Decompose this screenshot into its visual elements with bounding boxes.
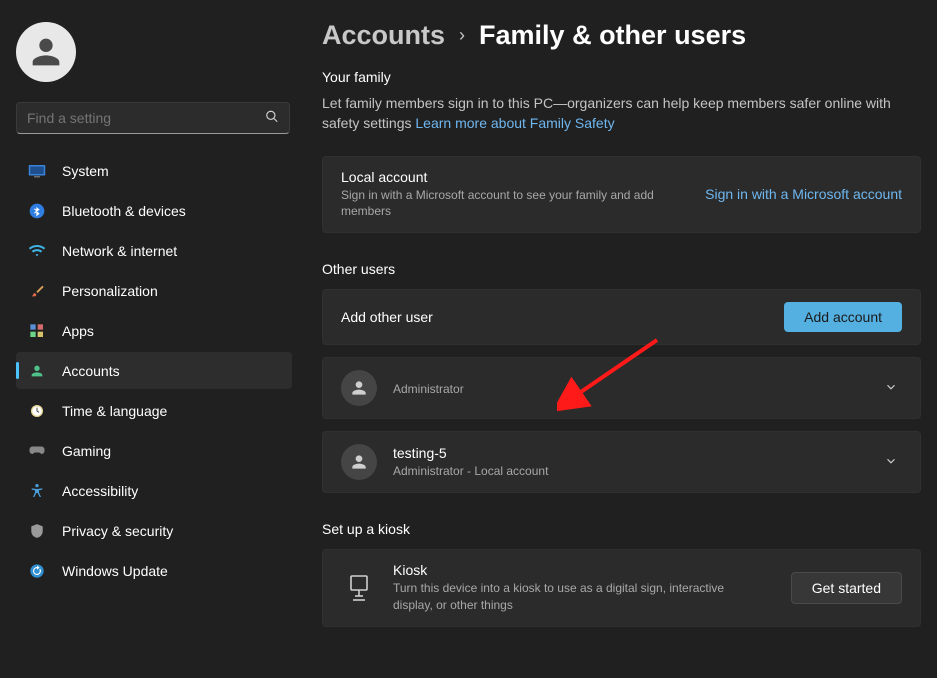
sidebar-item-label: Network & internet <box>62 243 177 259</box>
breadcrumb-parent[interactable]: Accounts <box>322 20 445 51</box>
add-other-user-row: Add other user Add account <box>322 289 921 345</box>
search-box[interactable] <box>16 102 290 134</box>
sidebar-item-system[interactable]: System <box>16 152 292 189</box>
sidebar-item-label: Apps <box>62 323 94 339</box>
user-avatar-icon <box>341 370 377 406</box>
kiosk-sub: Turn this device into a kiosk to use as … <box>393 580 753 614</box>
shield-icon <box>28 522 46 540</box>
local-account-sub: Sign in with a Microsoft account to see … <box>341 187 671 221</box>
clock-icon <box>28 402 46 420</box>
user-role: Administrator <box>393 381 864 398</box>
section-heading-family: Your family <box>322 69 921 85</box>
chevron-down-icon[interactable] <box>880 376 902 401</box>
sidebar-item-label: System <box>62 163 109 179</box>
bluetooth-icon <box>28 202 46 220</box>
sidebar-item-accounts[interactable]: Accounts <box>16 352 292 389</box>
accessibility-icon <box>28 482 46 500</box>
sidebar-item-gaming[interactable]: Gaming <box>16 432 292 469</box>
search-input[interactable] <box>17 103 289 133</box>
sidebar-item-label: Accounts <box>62 363 120 379</box>
signin-microsoft-link[interactable]: Sign in with a Microsoft account <box>705 186 902 202</box>
sidebar-item-personalization[interactable]: Personalization <box>16 272 292 309</box>
chevron-down-icon[interactable] <box>880 450 902 475</box>
add-account-button[interactable]: Add account <box>784 302 902 332</box>
sidebar-item-label: Privacy & security <box>62 523 173 539</box>
sidebar-item-label: Personalization <box>62 283 158 299</box>
kiosk-icon <box>341 574 377 602</box>
user-row-testing5[interactable]: testing-5 Administrator - Local account <box>322 431 921 493</box>
user-name: testing-5 <box>393 445 864 461</box>
apps-icon <box>28 322 46 340</box>
sidebar-item-time[interactable]: Time & language <box>16 392 292 429</box>
section-heading-other: Other users <box>322 261 921 277</box>
local-account-card: Local account Sign in with a Microsoft a… <box>322 156 921 234</box>
family-description: Let family members sign in to this PC—or… <box>322 93 921 134</box>
user-row-administrator[interactable]: Administrator <box>322 357 921 419</box>
sidebar: System Bluetooth & devices Network & int… <box>0 0 300 678</box>
kiosk-title: Kiosk <box>393 562 775 578</box>
profile-row[interactable] <box>16 20 292 102</box>
sidebar-item-bluetooth[interactable]: Bluetooth & devices <box>16 192 292 229</box>
sidebar-item-privacy[interactable]: Privacy & security <box>16 512 292 549</box>
local-account-title: Local account <box>341 169 689 185</box>
sidebar-item-label: Time & language <box>62 403 167 419</box>
section-heading-kiosk: Set up a kiosk <box>322 521 921 537</box>
sidebar-item-update[interactable]: Windows Update <box>16 552 292 589</box>
kiosk-card: Kiosk Turn this device into a kiosk to u… <box>322 549 921 627</box>
sidebar-item-accessibility[interactable]: Accessibility <box>16 472 292 509</box>
brush-icon <box>28 282 46 300</box>
sidebar-item-network[interactable]: Network & internet <box>16 232 292 269</box>
system-icon <box>28 162 46 180</box>
person-icon <box>28 362 46 380</box>
avatar <box>16 22 76 82</box>
add-other-user-title: Add other user <box>341 309 768 325</box>
wifi-icon <box>28 242 46 260</box>
main-content: Accounts › Family & other users Your fam… <box>300 0 937 678</box>
update-icon <box>28 562 46 580</box>
sidebar-item-label: Bluetooth & devices <box>62 203 186 219</box>
gamepad-icon <box>28 442 46 460</box>
page-title: Family & other users <box>479 20 746 51</box>
search-icon <box>265 110 279 127</box>
sidebar-item-apps[interactable]: Apps <box>16 312 292 349</box>
family-safety-link[interactable]: Learn more about Family Safety <box>415 115 614 131</box>
sidebar-item-label: Accessibility <box>62 483 138 499</box>
chevron-right-icon: › <box>459 25 465 46</box>
sidebar-item-label: Gaming <box>62 443 111 459</box>
user-avatar-icon <box>341 444 377 480</box>
sidebar-item-label: Windows Update <box>62 563 168 579</box>
breadcrumb: Accounts › Family & other users <box>322 20 921 51</box>
get-started-button[interactable]: Get started <box>791 572 902 604</box>
user-role: Administrator - Local account <box>393 463 864 480</box>
